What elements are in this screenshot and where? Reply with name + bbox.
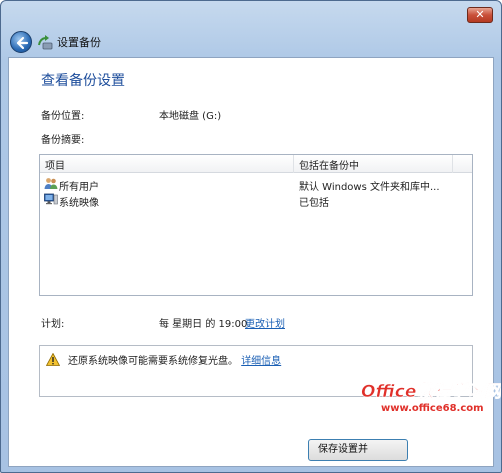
svg-text:www.office68.com: www.office68.com bbox=[381, 403, 484, 414]
list-item-name: 系统映像 bbox=[59, 198, 99, 209]
back-arrow-icon bbox=[16, 36, 29, 50]
notice-message: 还原系统映像可能需要系统修复光盘。 bbox=[68, 356, 238, 367]
column-divider[interactable] bbox=[293, 155, 294, 173]
backup-summary-list[interactable]: 项目 包括在备份中 所有用户 默认 Windows 文件夹和库中... 系统映像… bbox=[39, 154, 473, 296]
list-item-name: 所有用户 bbox=[59, 182, 99, 193]
navigation-bar: 设置备份 bbox=[1, 27, 501, 57]
notice-text: 还原系统映像可能需要系统修复光盘。 详细信息 bbox=[68, 352, 281, 367]
backup-settings-window: ✕ 设置备份 查看备份设置 备份位置: 本地磁盘 (G:) 备份摘要: 项目 包… bbox=[0, 0, 502, 473]
users-icon bbox=[44, 178, 58, 189]
list-item-system-image[interactable]: 系统映像 已包括 bbox=[40, 192, 472, 209]
column-header-included[interactable]: 包括在备份中 bbox=[299, 157, 359, 172]
column-divider[interactable] bbox=[452, 155, 453, 173]
list-item-all-users[interactable]: 所有用户 默认 Windows 文件夹和库中... bbox=[40, 176, 472, 193]
backup-location-label: 备份位置: bbox=[41, 111, 85, 122]
backup-app-icon bbox=[38, 35, 53, 50]
close-button[interactable]: ✕ bbox=[467, 7, 493, 23]
schedule-value: 每 星期日 的 19:00 bbox=[159, 319, 248, 330]
backup-location-value: 本地磁盘 (G:) bbox=[159, 111, 222, 122]
back-button[interactable] bbox=[10, 31, 32, 53]
list-header: 项目 包括在备份中 bbox=[40, 155, 472, 173]
backup-summary-label: 备份摘要: bbox=[41, 135, 85, 146]
close-icon: ✕ bbox=[475, 8, 485, 21]
save-settings-button[interactable]: 保存设置并 bbox=[308, 439, 408, 461]
office68-watermark-logo: Office教程学习网 www.office68.com bbox=[361, 382, 501, 414]
window-title: 设置备份 bbox=[57, 36, 101, 49]
svg-text:Office教程学习网: Office教程学习网 bbox=[361, 382, 501, 402]
schedule-label: 计划: bbox=[41, 319, 65, 330]
page-title: 查看备份设置 bbox=[41, 73, 125, 89]
change-schedule-link[interactable]: 更改计划 bbox=[245, 315, 285, 330]
warning-icon bbox=[46, 353, 60, 366]
computer-icon bbox=[44, 193, 58, 205]
list-item-value: 已包括 bbox=[299, 198, 329, 209]
more-info-link[interactable]: 详细信息 bbox=[241, 356, 281, 367]
column-header-item[interactable]: 项目 bbox=[45, 157, 65, 172]
list-item-value: 默认 Windows 文件夹和库中... bbox=[299, 182, 440, 193]
